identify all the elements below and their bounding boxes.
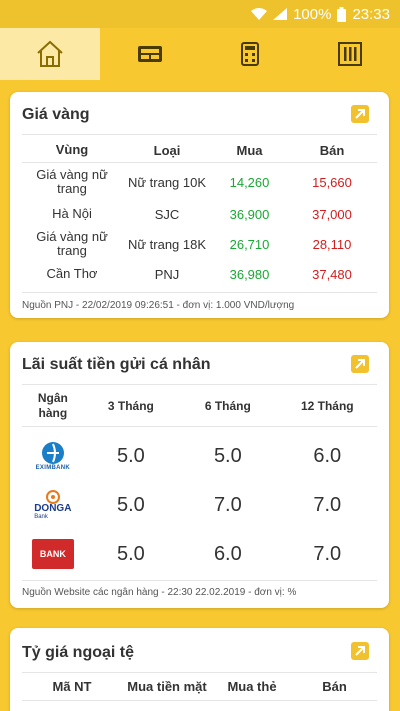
cell-sell: 28,110 — [312, 236, 352, 252]
header-buy: Mua — [236, 142, 263, 158]
rate-3-months: 5.0 — [116, 493, 145, 516]
rate-3-months: 5.0 — [116, 542, 145, 565]
ticket-icon — [138, 46, 162, 62]
cell-buy: 36,900 — [229, 206, 270, 222]
header-12-months: 12 Tháng — [300, 398, 354, 413]
rate-6-months: 5.0 — [213, 444, 242, 467]
header-type: Loại — [153, 142, 181, 158]
header-sell: Bán — [319, 142, 345, 158]
table-row[interactable]: Giá vàng nữ trang Nữ trang 18K 26,710 28… — [22, 228, 377, 260]
tab-home[interactable] — [0, 28, 100, 80]
table-row[interactable]: Cần Thơ PNJ 36,980 37,480 — [22, 262, 377, 286]
clock: 23:33 — [352, 5, 390, 23]
external-link-icon — [355, 646, 365, 656]
cell-type: SJC — [154, 206, 180, 222]
bank-logo-cell: EXIMBANK — [22, 441, 84, 471]
divider — [22, 700, 377, 701]
cell-buy: 36,980 — [229, 266, 270, 282]
cell-buy: 26,710 — [229, 236, 270, 252]
bank-logo-cell: DONGA Bank — [22, 489, 84, 521]
cell-region: Hà Nội — [52, 206, 92, 221]
table-header: Vùng Loại Mua Bán — [22, 142, 377, 158]
table-header: Ngân hàng 3 Tháng 6 Tháng 12 Tháng — [22, 390, 377, 422]
header-buy-cash: Mua tiền mặt — [127, 678, 207, 694]
gold-price-card: Giá vàng Vùng Loại Mua Bán Giá vàng nữ t… — [10, 92, 389, 318]
cell-sell: 15,660 — [312, 174, 352, 190]
header-sell: Bán — [322, 678, 347, 694]
open-fx-button[interactable] — [351, 642, 369, 660]
external-link-icon — [355, 109, 365, 119]
open-interest-button[interactable] — [351, 355, 369, 373]
calculator-icon — [241, 42, 259, 66]
table-row[interactable]: Hà Nội SJC 36,900 37,000 — [22, 202, 377, 226]
header-buy-transfer: Mua thẻ — [227, 678, 277, 694]
exchange-rate-card: Tỷ giá ngoại tệ Mã NT Mua tiền mặt Mua t… — [10, 628, 389, 711]
table-row[interactable]: DONGA Bank 5.0 7.0 7.0 — [22, 483, 377, 527]
card-title: Giá vàng — [22, 106, 90, 123]
rate-12-months: 6.0 — [313, 444, 342, 467]
cell-region: Giá vàng nữ trang — [36, 229, 108, 258]
cell-sell: 37,000 — [312, 206, 352, 222]
tab-calculator[interactable] — [200, 28, 300, 80]
divider — [22, 134, 377, 135]
bank-logo-cell: BANK — [22, 539, 84, 569]
wifi-icon — [251, 8, 268, 20]
header-3-months: 3 Tháng — [107, 398, 154, 413]
donga-logo: DONGA Bank — [34, 489, 72, 521]
eximbank-logo: EXIMBANK — [36, 441, 70, 471]
external-link-icon — [355, 359, 365, 369]
card-title: Tỷ giá ngoại tệ — [22, 644, 135, 661]
donga-icon — [45, 489, 60, 504]
rate-12-months: 7.0 — [313, 542, 342, 565]
cell-buy: 14,260 — [229, 174, 270, 190]
gold-source-note: Nguồn PNJ - 22/02/2019 09:26:51 - đơn vị… — [22, 300, 295, 311]
divider — [22, 580, 377, 581]
bank-subname: Bank — [34, 513, 48, 520]
table-row[interactable]: EXIMBANK 5.0 5.0 6.0 — [22, 434, 377, 478]
home-icon — [37, 40, 63, 67]
bank-name: EXIMBANK — [35, 465, 71, 471]
header-currency-code: Mã NT — [52, 678, 92, 694]
divider — [22, 426, 377, 427]
battery-icon — [337, 6, 347, 22]
bank-logo: BANK — [31, 539, 74, 569]
tab-archive[interactable] — [300, 28, 400, 80]
card-title: Lãi suất tiền gửi cá nhân — [22, 356, 211, 373]
divider — [22, 292, 377, 293]
bank-name: DONGA — [34, 502, 72, 514]
tab-lottery[interactable] — [100, 28, 200, 80]
rate-12-months: 7.0 — [313, 493, 342, 516]
rate-3-months: 5.0 — [116, 444, 145, 467]
interest-source-note: Nguồn Website các ngân hàng - 22:30 22.0… — [22, 587, 297, 598]
archive-icon — [338, 42, 362, 66]
status-bar: 100% 23:33 — [0, 0, 400, 28]
cell-sell: 37,480 — [312, 266, 352, 282]
table-row[interactable]: BANK 5.0 6.0 7.0 — [22, 532, 377, 576]
divider — [22, 162, 377, 163]
open-gold-button[interactable] — [351, 105, 369, 123]
rate-6-months: 6.0 — [213, 542, 242, 565]
cell-type: Nữ trang 10K — [127, 174, 207, 190]
eximbank-icon — [41, 442, 64, 464]
cell-region: Cần Thơ — [46, 266, 98, 281]
rate-6-months: 7.0 — [213, 493, 242, 516]
signal-icon — [273, 8, 288, 20]
top-nav — [0, 28, 400, 80]
bank-name: BANK — [39, 549, 66, 559]
header-bank: Ngân hàng — [37, 391, 68, 420]
header-region: Vùng — [55, 142, 89, 157]
table-header: Mã NT Mua tiền mặt Mua thẻ Bán — [22, 678, 377, 694]
battery-percent: 100% — [293, 5, 332, 23]
cell-region: Giá vàng nữ trang — [36, 167, 108, 196]
header-6-months: 6 Tháng — [204, 398, 251, 413]
divider — [22, 384, 377, 385]
cell-type: Nữ trang 18K — [127, 236, 207, 252]
interest-rate-card: Lãi suất tiền gửi cá nhân Ngân hàng 3 Th… — [10, 342, 389, 608]
divider — [22, 672, 377, 673]
table-row[interactable]: Giá vàng nữ trang Nữ trang 10K 14,260 15… — [22, 166, 377, 198]
cell-type: PNJ — [154, 266, 180, 282]
